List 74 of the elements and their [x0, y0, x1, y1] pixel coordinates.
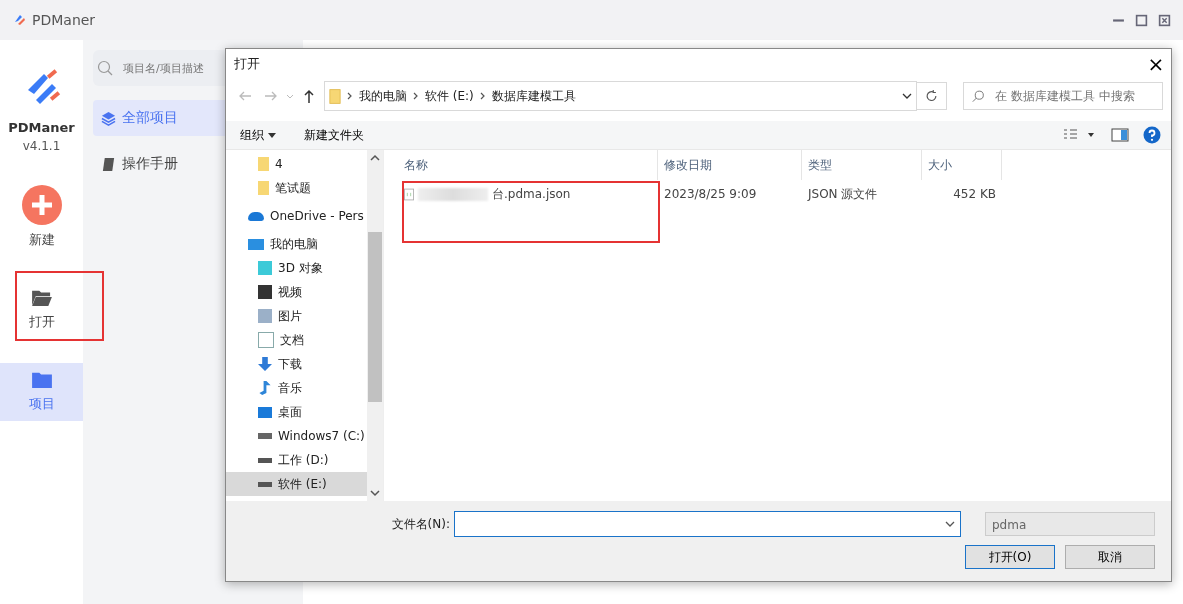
caret-icon[interactable] [945, 520, 955, 528]
nav-item[interactable]: 下载 [226, 352, 367, 376]
folder-icon [258, 181, 269, 195]
breadcrumb-item[interactable]: 软件 (E:) [425, 87, 474, 105]
file-size: 452 KB [952, 187, 997, 201]
folder-icon [30, 371, 53, 389]
nav-item[interactable]: 图片 [226, 304, 367, 328]
nav-item[interactable]: 笔试题 [226, 176, 367, 200]
close-button[interactable]: × [1141, 49, 1171, 79]
filename-field[interactable] [454, 511, 961, 537]
filename-label: 文件名(N): [391, 515, 450, 533]
caret-icon[interactable] [902, 92, 912, 100]
dialog-button[interactable]: 取消 [1065, 545, 1155, 569]
folder-icon [329, 87, 341, 105]
new-folder-button[interactable]: 新建文件夹 [299, 124, 368, 146]
drive-icon [258, 457, 272, 463]
column-header[interactable]: 修改日期 [658, 150, 802, 180]
nav-item[interactable]: Windows7 (C:) [226, 424, 367, 448]
file-name: 台.pdma.json [492, 185, 571, 203]
folder-icon [30, 289, 53, 307]
nav-item[interactable]: 4 [226, 152, 367, 176]
book-icon [101, 156, 116, 172]
search-icon [97, 60, 113, 76]
nav-item[interactable]: 音乐 [226, 376, 367, 400]
nav-item[interactable]: 3D 对象 [226, 256, 367, 280]
blurred-region [418, 187, 488, 201]
sidebar-action[interactable]: 打开 [0, 271, 83, 349]
refresh-icon[interactable] [917, 82, 947, 110]
file-row[interactable]: 台.pdma.json 2023/8/25 9:09 JSON 源文件 452 KB [398, 182, 1171, 206]
nav-item[interactable]: 我的电脑 [226, 232, 367, 256]
search-field[interactable]: 在 数据库建模工具 中搜索 [963, 82, 1163, 110]
dialog-button[interactable]: 打开(O) [965, 545, 1055, 569]
search-icon [972, 89, 985, 103]
sidebar-action[interactable]: 项目 [0, 363, 83, 421]
layers-icon [101, 110, 116, 126]
breadcrumb-item[interactable]: 我的电脑 [359, 87, 407, 105]
nav-item[interactable]: 文档 [226, 328, 367, 352]
close-icon[interactable] [1158, 13, 1171, 27]
nav-item[interactable]: 工作 (D:) [226, 448, 367, 472]
help-icon[interactable] [1143, 126, 1161, 144]
file-type-dropdown[interactable]: pdma [985, 512, 1155, 536]
cloud-icon [248, 211, 264, 221]
column-header[interactable]: 类型 [802, 150, 922, 180]
dialog-title: 打开 [234, 55, 260, 73]
scrollbar-thumb[interactable] [368, 232, 382, 402]
window-title: PDManer [32, 12, 96, 28]
nav-item[interactable]: 软件 (E:) [226, 472, 367, 496]
file-icon [404, 187, 414, 201]
nav-item[interactable]: 桌面 [226, 400, 367, 424]
drive-icon [258, 433, 272, 439]
maximize-icon[interactable] [1135, 13, 1148, 27]
chevron-icon [479, 92, 486, 100]
app-logo-icon [12, 12, 28, 28]
app-version: v4.1.1 [22, 139, 61, 153]
column-header[interactable]: 名称 [398, 150, 658, 180]
breadcrumb-item[interactable]: 数据库建模工具 [491, 87, 576, 105]
nav-item[interactable]: 视频 [226, 280, 367, 304]
drive-icon [258, 481, 272, 487]
scroll-up-icon[interactable] [370, 154, 380, 162]
file-date: 2023/8/25 9:09 [663, 187, 758, 201]
plus-icon [21, 185, 62, 225]
app-name: PDManer [8, 120, 75, 135]
column-header[interactable]: 大小 [922, 150, 1002, 180]
sidebar-action[interactable]: 新建 [0, 177, 83, 257]
scroll-down-icon[interactable] [370, 489, 380, 497]
view-options-icon[interactable] [1063, 128, 1097, 142]
caret-icon [267, 132, 276, 139]
folder-icon [258, 157, 269, 171]
preview-pane-icon[interactable] [1111, 128, 1129, 142]
address-bar[interactable]: 我的电脑 软件 (E:) 数据库建模工具 [324, 81, 917, 111]
nav-item[interactable]: OneDrive - Pers [226, 204, 367, 228]
file-type: JSON 源文件 [806, 185, 879, 203]
chevron-icon [413, 92, 419, 100]
chevron-icon [347, 92, 353, 100]
